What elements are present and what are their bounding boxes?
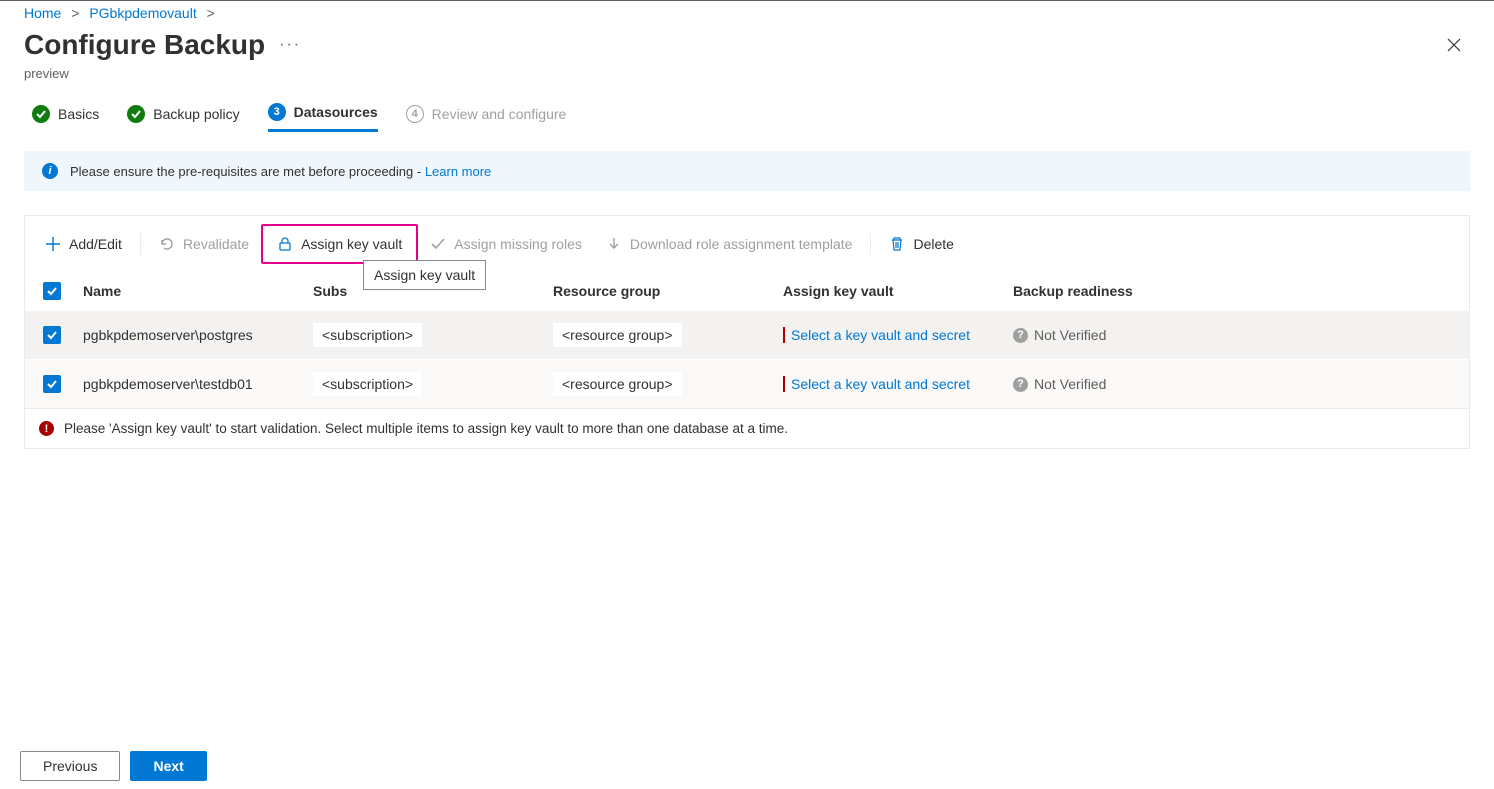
readiness-status: ? Not Verified <box>1013 376 1106 392</box>
lock-icon <box>277 236 293 252</box>
revalidate-button[interactable]: Revalidate <box>147 230 261 258</box>
page-title: Configure Backup <box>24 29 265 61</box>
check-icon <box>430 236 446 252</box>
col-resource-group: Resource group <box>545 283 775 299</box>
divider <box>870 233 871 255</box>
cell-resource-group: <resource group> <box>553 323 682 347</box>
step-basics-label: Basics <box>58 106 99 122</box>
breadcrumb-vault[interactable]: PGbkpdemovault <box>89 5 196 21</box>
cell-resource-group: <resource group> <box>553 372 682 396</box>
step-datasources-label: Datasources <box>294 104 378 120</box>
cell-subscription: <subscription> <box>313 323 422 347</box>
row-checkbox[interactable] <box>43 375 61 393</box>
select-all-checkbox[interactable] <box>43 282 61 300</box>
col-name: Name <box>75 283 305 299</box>
assign-missing-roles-button[interactable]: Assign missing roles <box>418 230 594 258</box>
download-template-button[interactable]: Download role assignment template <box>594 230 865 258</box>
select-key-vault-link[interactable]: Select a key vault and secret <box>783 327 970 343</box>
refresh-icon <box>159 236 175 252</box>
toolbar: Add/Edit Revalidate Assign key vault Ass… <box>24 215 1470 272</box>
assign-key-vault-button[interactable]: Assign key vault <box>265 230 414 258</box>
table-row[interactable]: pgbkpdemoserver\postgres <subscription> … <box>25 310 1469 359</box>
info-icon: i <box>42 163 58 179</box>
wizard-steps: Basics Backup policy 3 Datasources 4 Rev… <box>0 97 1494 133</box>
delete-button[interactable]: Delete <box>877 230 965 258</box>
validation-warning: ! Please 'Assign key vault' to start val… <box>25 408 1469 448</box>
info-bar: i Please ensure the pre-requisites are m… <box>24 151 1470 191</box>
col-assign-key-vault: Assign key vault <box>775 283 1005 299</box>
breadcrumb-home[interactable]: Home <box>24 5 61 21</box>
tooltip: Assign key vault <box>363 260 486 290</box>
previous-button[interactable]: Previous <box>20 751 120 781</box>
step-datasources[interactable]: 3 Datasources <box>268 103 378 132</box>
check-icon <box>127 105 145 123</box>
col-backup-readiness: Backup readiness <box>1005 283 1469 299</box>
step-review[interactable]: 4 Review and configure <box>406 103 567 132</box>
step-basics[interactable]: Basics <box>32 103 99 132</box>
readiness-status: ? Not Verified <box>1013 327 1106 343</box>
check-icon <box>32 105 50 123</box>
error-icon: ! <box>39 421 54 436</box>
download-icon <box>606 236 622 252</box>
next-button[interactable]: Next <box>130 751 206 781</box>
datasources-table: Name Subs Resource group Assign key vaul… <box>24 272 1470 449</box>
question-icon: ? <box>1013 328 1028 343</box>
question-icon: ? <box>1013 377 1028 392</box>
cell-name: pgbkpdemoserver\postgres <box>75 327 305 343</box>
row-checkbox[interactable] <box>43 326 61 344</box>
add-edit-button[interactable]: Add/Edit <box>33 230 134 258</box>
breadcrumb: Home > PGbkpdemovault > <box>0 1 1494 21</box>
step-review-label: Review and configure <box>432 106 567 122</box>
select-key-vault-link[interactable]: Select a key vault and secret <box>783 376 970 392</box>
learn-more-link[interactable]: Learn more <box>425 164 491 179</box>
divider <box>140 233 141 255</box>
close-icon <box>1446 37 1462 53</box>
step-backup-policy-label: Backup policy <box>153 106 239 122</box>
step-number-icon: 4 <box>406 105 424 123</box>
table-header-row: Name Subs Resource group Assign key vaul… <box>25 272 1469 310</box>
cell-subscription: <subscription> <box>313 372 422 396</box>
page-subtitle: preview <box>0 66 1494 97</box>
footer-actions: Previous Next <box>20 751 207 781</box>
info-text: Please ensure the pre-requisites are met… <box>70 164 425 179</box>
table-row[interactable]: pgbkpdemoserver\testdb01 <subscription> … <box>25 359 1469 408</box>
step-number-icon: 3 <box>268 103 286 121</box>
chevron-right-icon: > <box>207 5 215 21</box>
plus-icon <box>45 236 61 252</box>
trash-icon <box>889 236 905 252</box>
step-backup-policy[interactable]: Backup policy <box>127 103 239 132</box>
cell-name: pgbkpdemoserver\testdb01 <box>75 376 305 392</box>
more-menu-button[interactable]: ··· <box>279 36 301 54</box>
assign-key-vault-highlight: Assign key vault <box>261 224 418 264</box>
chevron-right-icon: > <box>71 5 79 21</box>
close-button[interactable] <box>1438 29 1470 66</box>
